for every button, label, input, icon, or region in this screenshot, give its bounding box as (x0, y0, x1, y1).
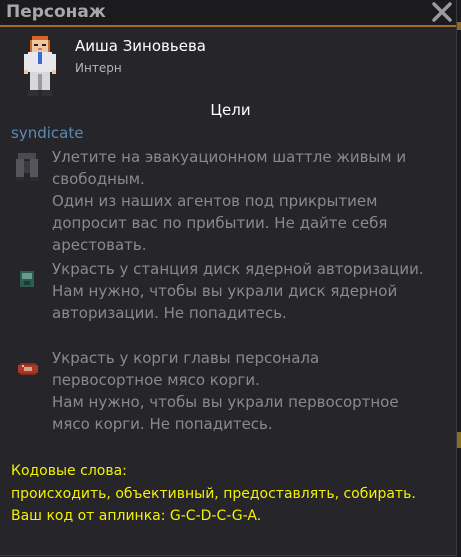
objective-task: Украсть у корги главы персонала первосор… (52, 349, 320, 389)
character-avatar (24, 36, 56, 96)
codewords-block: Кодовые слова: происходить, объективный,… (11, 460, 416, 528)
background-edge-mark (457, 432, 461, 448)
goals-heading: Цели (210, 101, 251, 119)
background-edge-mark (457, 22, 461, 30)
character-window: Персонаж Аиша Зиновьева Интерн Цели synd… (0, 0, 457, 556)
objective-hint: Нам нужно, чтобы вы украли первосортное … (52, 393, 399, 433)
objective-task: Украсть у станция диск ядерной авторизац… (52, 260, 424, 278)
objective-item: Улетите на эвакуационном шаттле живым и … (52, 146, 432, 256)
jetpack-icon (16, 153, 38, 181)
uplink-code: Ваш код от аплинка: G-C-D-C-G-A. (11, 508, 262, 524)
objective-hint: Нам нужно, чтобы вы украли диск ядерной … (52, 282, 398, 322)
codewords-label: Кодовые слова: (11, 463, 127, 479)
close-icon[interactable] (430, 0, 454, 24)
character-job: Интерн (75, 61, 122, 75)
background-edge (457, 0, 461, 557)
objective-hint: Один из наших агентов под прикрытием доп… (52, 192, 388, 254)
codewords-list: происходить, объективный, предоставлять,… (11, 485, 416, 502)
disk-icon (20, 271, 34, 287)
character-name: Аиша Зиновьева (75, 37, 206, 55)
window-title: Персонаж (6, 2, 106, 22)
faction-label: syndicate (11, 124, 84, 142)
title-bar[interactable]: Персонаж (0, 0, 456, 27)
objective-item: Украсть у станция диск ядерной авторизац… (52, 258, 432, 324)
meat-icon (18, 363, 38, 375)
objective-task: Улетите на эвакуационном шаттле живым и … (52, 148, 407, 188)
objective-item: Украсть у корги главы персонала первосор… (52, 347, 432, 435)
